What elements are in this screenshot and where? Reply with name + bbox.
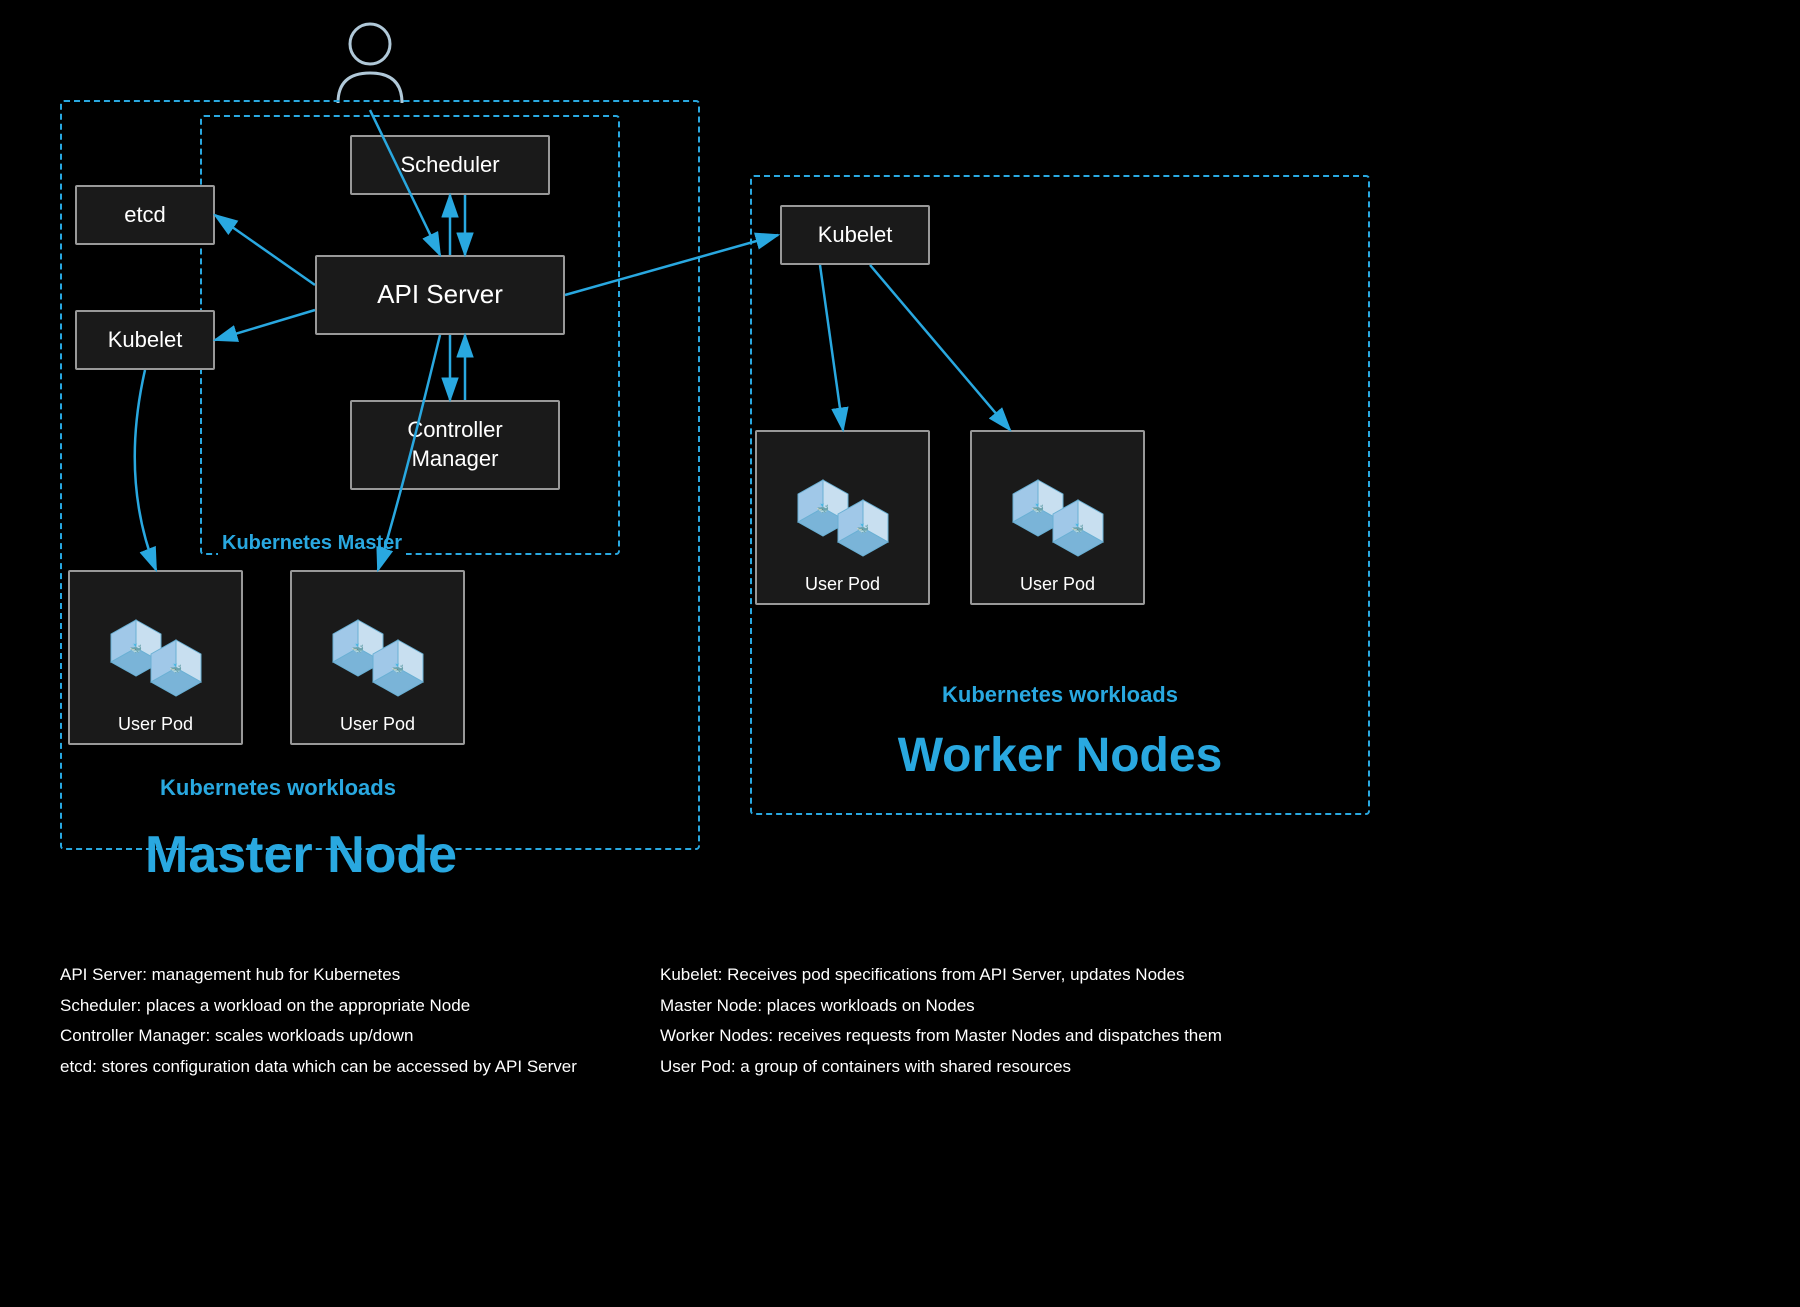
docker-cubes-icon-1: 🐳 🐳 bbox=[101, 610, 211, 710]
legend-user-pod: User Pod: a group of containers with sha… bbox=[660, 1052, 1222, 1083]
scheduler-label: Scheduler bbox=[400, 151, 499, 180]
legend-etcd: etcd: stores configuration data which ca… bbox=[60, 1052, 577, 1083]
etcd-box: etcd bbox=[75, 185, 215, 245]
user-icon bbox=[330, 18, 410, 108]
svg-text:🐳: 🐳 bbox=[351, 643, 363, 655]
legend-scheduler: Scheduler: places a workload on the appr… bbox=[60, 991, 577, 1022]
worker-node-label: Worker Nodes bbox=[898, 728, 1223, 783]
legend-api-server: API Server: management hub for Kubernete… bbox=[60, 960, 577, 991]
kubelet-master-box: Kubelet bbox=[75, 310, 215, 370]
legend-controller: Controller Manager: scales workloads up/… bbox=[60, 1021, 577, 1052]
user-pod-worker-2: 🐳 🐳 User Pod bbox=[970, 430, 1145, 605]
svg-text:🐳: 🐳 bbox=[1031, 503, 1043, 515]
controller-manager-label: Controller Manager bbox=[407, 416, 502, 473]
k8s-workloads-master-label: Kubernetes workloads bbox=[160, 775, 396, 801]
k8s-master-label: Kubernetes Master bbox=[218, 532, 406, 555]
svg-text:🐳: 🐳 bbox=[391, 663, 403, 675]
diagram-container: Kubernetes Master etcd Kubelet Scheduler… bbox=[0, 0, 1800, 1307]
api-server-box: API Server bbox=[315, 255, 565, 335]
svg-text:🐳: 🐳 bbox=[129, 643, 141, 655]
kubelet-worker-box: Kubelet bbox=[780, 205, 930, 265]
user-pod-master-2-label: User Pod bbox=[340, 714, 415, 735]
legend-left: API Server: management hub for Kubernete… bbox=[60, 960, 577, 1082]
user-pod-worker-1: 🐳 🐳 User Pod bbox=[755, 430, 930, 605]
kubelet-worker-label: Kubelet bbox=[818, 222, 893, 248]
user-pod-master-1: 🐳 🐳 User Pod bbox=[68, 570, 243, 745]
kubelet-master-label: Kubelet bbox=[108, 326, 183, 355]
svg-text:🐳: 🐳 bbox=[169, 663, 181, 675]
legend-master-node: Master Node: places workloads on Nodes bbox=[660, 991, 1222, 1022]
svg-text:🐳: 🐳 bbox=[1071, 523, 1083, 535]
svg-text:🐳: 🐳 bbox=[816, 503, 828, 515]
k8s-workloads-worker-label: Kubernetes workloads bbox=[942, 682, 1178, 708]
user-pod-master-1-label: User Pod bbox=[118, 714, 193, 735]
docker-cubes-icon-2: 🐳 🐳 bbox=[323, 610, 433, 710]
controller-manager-box: Controller Manager bbox=[350, 400, 560, 490]
user-pod-worker-1-label: User Pod bbox=[805, 574, 880, 595]
svg-text:🐳: 🐳 bbox=[856, 523, 868, 535]
etcd-label: etcd bbox=[124, 201, 166, 230]
legend-right: Kubelet: Receives pod specifications fro… bbox=[660, 960, 1222, 1082]
user-pod-master-2: 🐳 🐳 User Pod bbox=[290, 570, 465, 745]
docker-cubes-icon-3: 🐳 🐳 bbox=[788, 470, 898, 570]
master-node-label: Master Node bbox=[145, 825, 457, 885]
user-pod-worker-2-label: User Pod bbox=[1020, 574, 1095, 595]
scheduler-box: Scheduler bbox=[350, 135, 550, 195]
legend-worker-nodes: Worker Nodes: receives requests from Mas… bbox=[660, 1021, 1222, 1052]
docker-cubes-icon-4: 🐳 🐳 bbox=[1003, 470, 1113, 570]
legend-kubelet: Kubelet: Receives pod specifications fro… bbox=[660, 960, 1222, 991]
api-server-label: API Server bbox=[377, 278, 503, 312]
